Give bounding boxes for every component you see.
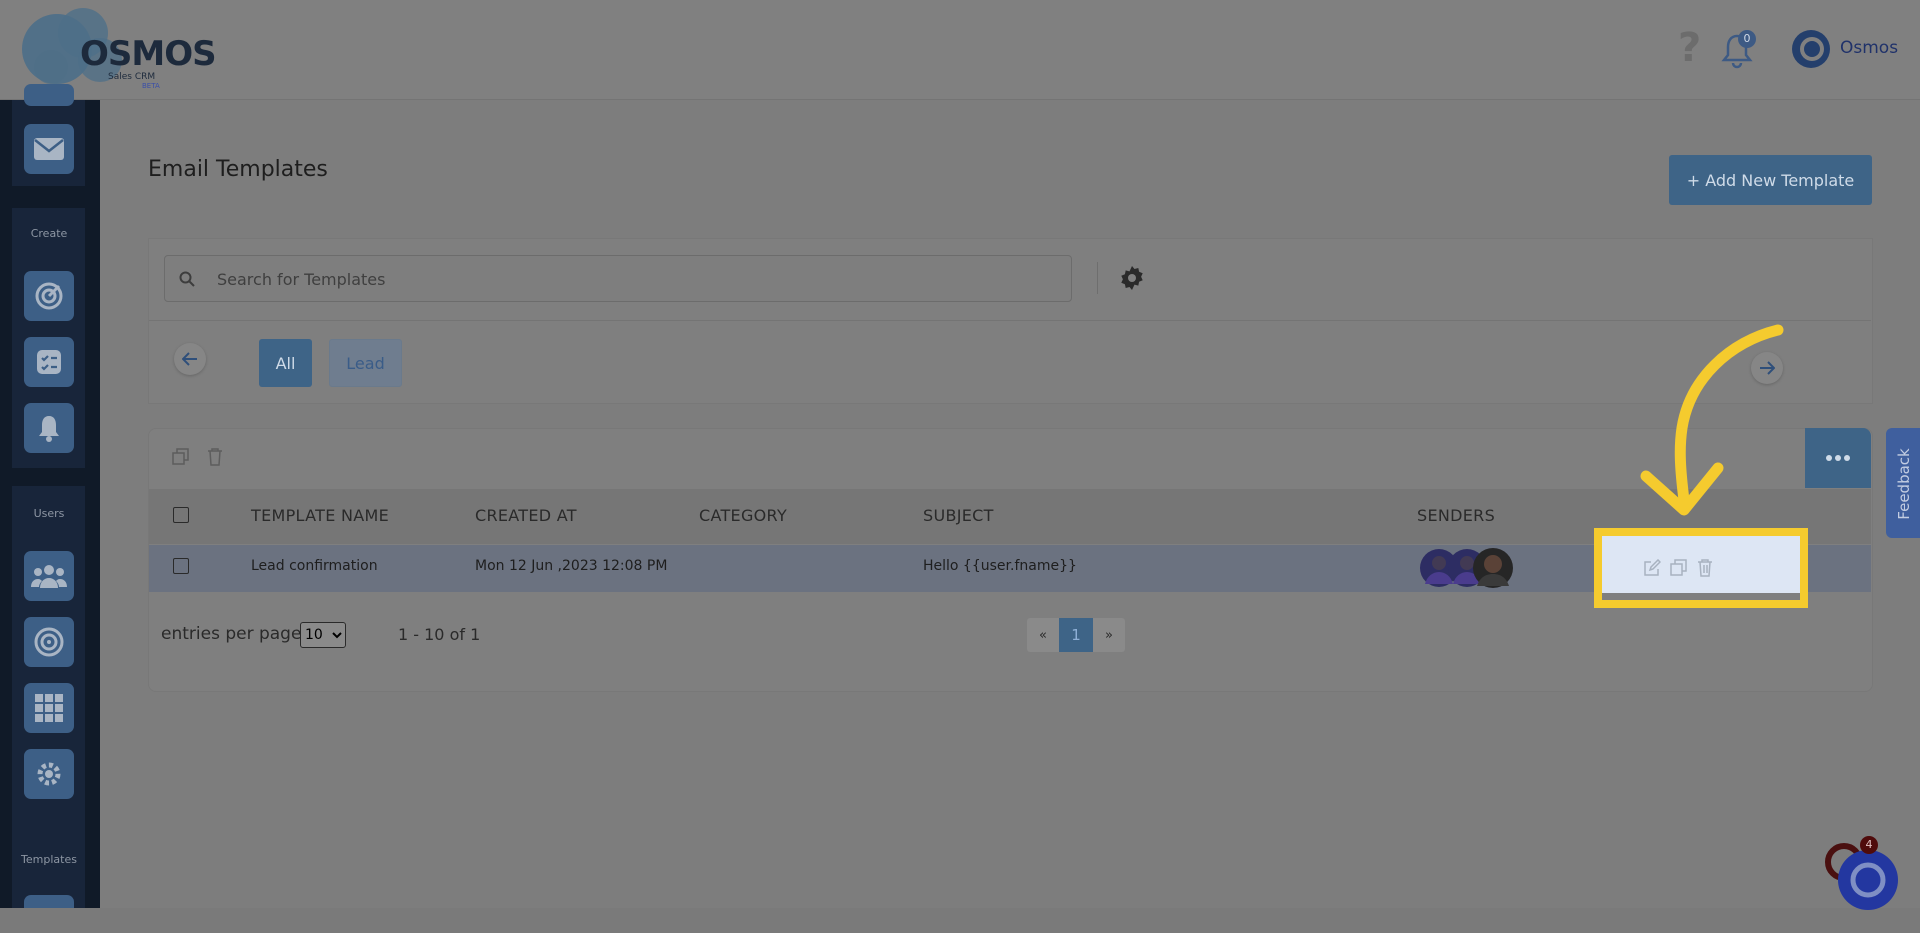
grid-icon <box>35 694 63 722</box>
pagination-prev[interactable]: « <box>1027 618 1059 652</box>
more-dots-icon <box>1826 455 1850 461</box>
feedback-label: Feedback <box>1895 448 1913 520</box>
sidebar-item-apps[interactable] <box>24 683 74 733</box>
search-separator <box>1097 262 1098 294</box>
edit-icon[interactable] <box>1643 559 1661 577</box>
trash-icon[interactable] <box>1696 558 1714 577</box>
copy-icon[interactable] <box>1670 559 1688 577</box>
page-title: Email Templates <box>148 157 328 182</box>
sidebar: Create Users Templates <box>0 84 100 916</box>
target-icon <box>34 627 64 657</box>
osmos-logo[interactable]: OSMOS Sales CRM BETA <box>22 8 217 92</box>
sidebar-item-email[interactable] <box>24 124 74 174</box>
gear-icon <box>37 762 61 786</box>
feedback-tab[interactable]: Feedback <box>1886 428 1920 538</box>
sidebar-item-templates[interactable] <box>24 895 74 908</box>
sidebar-section-create: Create <box>30 227 68 240</box>
column-header-subject[interactable]: SUBJECT <box>923 506 994 525</box>
target-icon <box>35 282 63 310</box>
entries-per-page-select[interactable]: 10 <box>300 622 346 648</box>
sidebar-item-goals[interactable] <box>24 617 74 667</box>
search-box <box>164 255 1072 302</box>
add-new-template-button[interactable]: + Add New Template <box>1669 155 1872 205</box>
column-header-senders: SENDERS <box>1417 506 1496 525</box>
copy-icon[interactable] <box>172 448 190 466</box>
checklist-icon <box>37 350 61 374</box>
logo-subtitle: Sales CRM <box>108 72 156 82</box>
search-input[interactable] <box>215 265 1059 293</box>
trash-icon[interactable] <box>206 447 224 466</box>
sidebar-item-settings[interactable] <box>24 749 74 799</box>
gear-icon[interactable] <box>1118 264 1146 292</box>
sidebar-section-users: Users <box>33 507 65 520</box>
row-checkbox[interactable] <box>173 558 189 574</box>
sidebar-item-top[interactable] <box>24 84 74 106</box>
divider <box>149 320 1871 321</box>
mail-icon <box>34 138 64 160</box>
pagination-range: 1 - 10 of 1 <box>398 625 481 644</box>
top-bar: OSMOS Sales CRM BETA ? 0 Osmos <box>0 0 1920 100</box>
sender-avatars <box>1420 548 1513 588</box>
notification-badge: 0 <box>1738 30 1756 48</box>
subject-cell: Hello {{user.fname}} <box>923 558 1077 574</box>
user-name[interactable]: Osmos <box>1840 38 1898 58</box>
pagination-page-1[interactable]: 1 <box>1059 618 1093 652</box>
sidebar-item-reminders[interactable] <box>24 403 74 453</box>
annotation-arrow <box>1640 324 1784 516</box>
sidebar-item-tasks[interactable] <box>24 337 74 387</box>
created-at-cell: Mon 12 Jun ,2023 12:08 PM <box>475 558 668 574</box>
osmos-chat-icon <box>1850 862 1886 898</box>
template-name-cell[interactable]: Lead confirmation <box>251 558 378 574</box>
filter-chip-lead[interactable]: Lead <box>329 339 402 387</box>
help-icon[interactable]: ? <box>1678 28 1701 68</box>
arrow-left-icon <box>182 352 197 366</box>
pagination-next[interactable]: » <box>1093 618 1125 652</box>
select-all-checkbox[interactable] <box>173 507 189 523</box>
logo-beta: BETA <box>142 82 160 90</box>
chat-launcher-button[interactable] <box>1838 850 1898 910</box>
entries-per-page-label: entries per page <box>161 624 302 644</box>
search-icon <box>179 271 195 287</box>
bottom-strip <box>0 908 1920 933</box>
sidebar-section-templates: Templates <box>21 853 77 866</box>
sidebar-item-users[interactable] <box>24 551 74 601</box>
bell-icon <box>39 416 59 442</box>
users-icon <box>31 565 67 588</box>
chat-badge: 4 <box>1860 836 1878 854</box>
user-avatar[interactable] <box>1791 29 1831 69</box>
column-header-template-name[interactable]: TEMPLATE NAME <box>251 506 389 525</box>
sidebar-item-leads[interactable] <box>24 271 74 321</box>
column-header-category[interactable]: CATEGORY <box>699 506 787 525</box>
column-header-created-at[interactable]: CREATED AT <box>475 506 577 525</box>
scroll-left-button[interactable] <box>174 343 206 375</box>
filter-chip-all[interactable]: All <box>259 339 312 387</box>
logo-text: OSMOS <box>80 34 217 74</box>
pagination: « 1 » <box>1027 618 1125 652</box>
more-options-button[interactable] <box>1805 428 1871 488</box>
